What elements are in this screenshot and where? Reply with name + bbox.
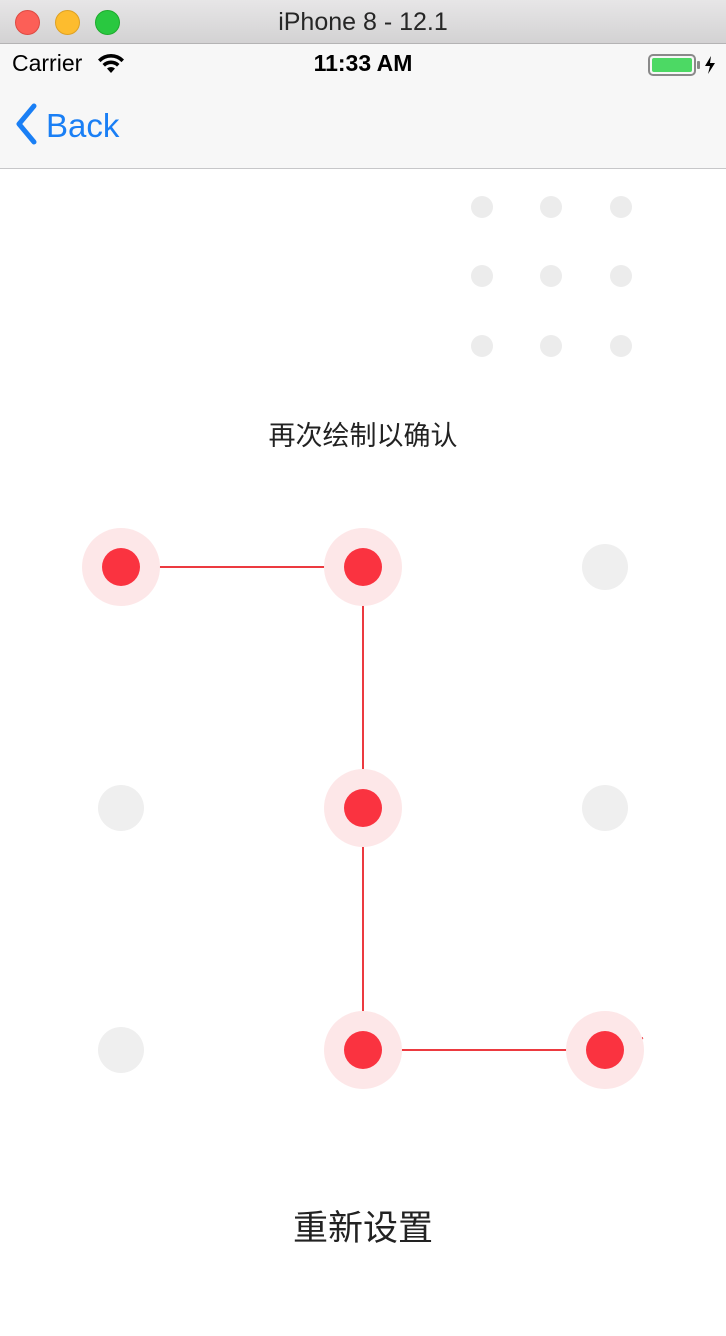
node-dot [98, 785, 144, 831]
navigation-bar: Back [0, 84, 726, 169]
gesture-lock-grid[interactable] [0, 480, 726, 1140]
node-dot [582, 544, 628, 590]
window-title: iPhone 8 - 12.1 [278, 8, 448, 36]
node-core [344, 1031, 382, 1069]
pattern-node[interactable] [98, 1027, 144, 1073]
bottom-area [0, 1300, 726, 1336]
preview-dot [471, 265, 493, 287]
node-dot [98, 1027, 144, 1073]
back-button[interactable]: Back [14, 103, 120, 150]
preview-dot [610, 265, 632, 287]
status-bar: Carrier 11:33 AM [0, 44, 726, 84]
pattern-node-selected[interactable] [324, 769, 402, 847]
pattern-node-selected[interactable] [566, 1011, 644, 1089]
instruction-text: 再次绘制以确认 [268, 421, 458, 452]
window-titlebar: iPhone 8 - 12.1 [0, 0, 726, 44]
node-dot [582, 785, 628, 831]
node-core [102, 548, 140, 586]
preview-dot [471, 335, 493, 357]
status-time: 11:33 AM [313, 50, 413, 76]
node-core [344, 548, 382, 586]
preview-dot [540, 335, 562, 357]
battery-charging-icon [648, 53, 718, 82]
chevron-left-icon [14, 103, 38, 150]
preview-dot [540, 196, 562, 218]
node-core [344, 789, 382, 827]
pattern-node-selected[interactable] [82, 528, 160, 606]
preview-dot [471, 196, 493, 218]
pattern-node[interactable] [582, 785, 628, 831]
pattern-node-selected[interactable] [324, 1011, 402, 1089]
simulator-window: iPhone 8 - 12.1 Carrier 11:33 AM Back 再次… [0, 0, 726, 1336]
node-core [586, 1031, 624, 1069]
preview-dot [610, 196, 632, 218]
preview-dot [610, 335, 632, 357]
pattern-node[interactable] [582, 544, 628, 590]
back-label: Back [46, 107, 120, 144]
reset-button[interactable]: 重新设置 [0, 1200, 726, 1251]
pattern-node[interactable] [98, 785, 144, 831]
preview-dot [540, 265, 562, 287]
pattern-node-selected[interactable] [324, 528, 402, 606]
